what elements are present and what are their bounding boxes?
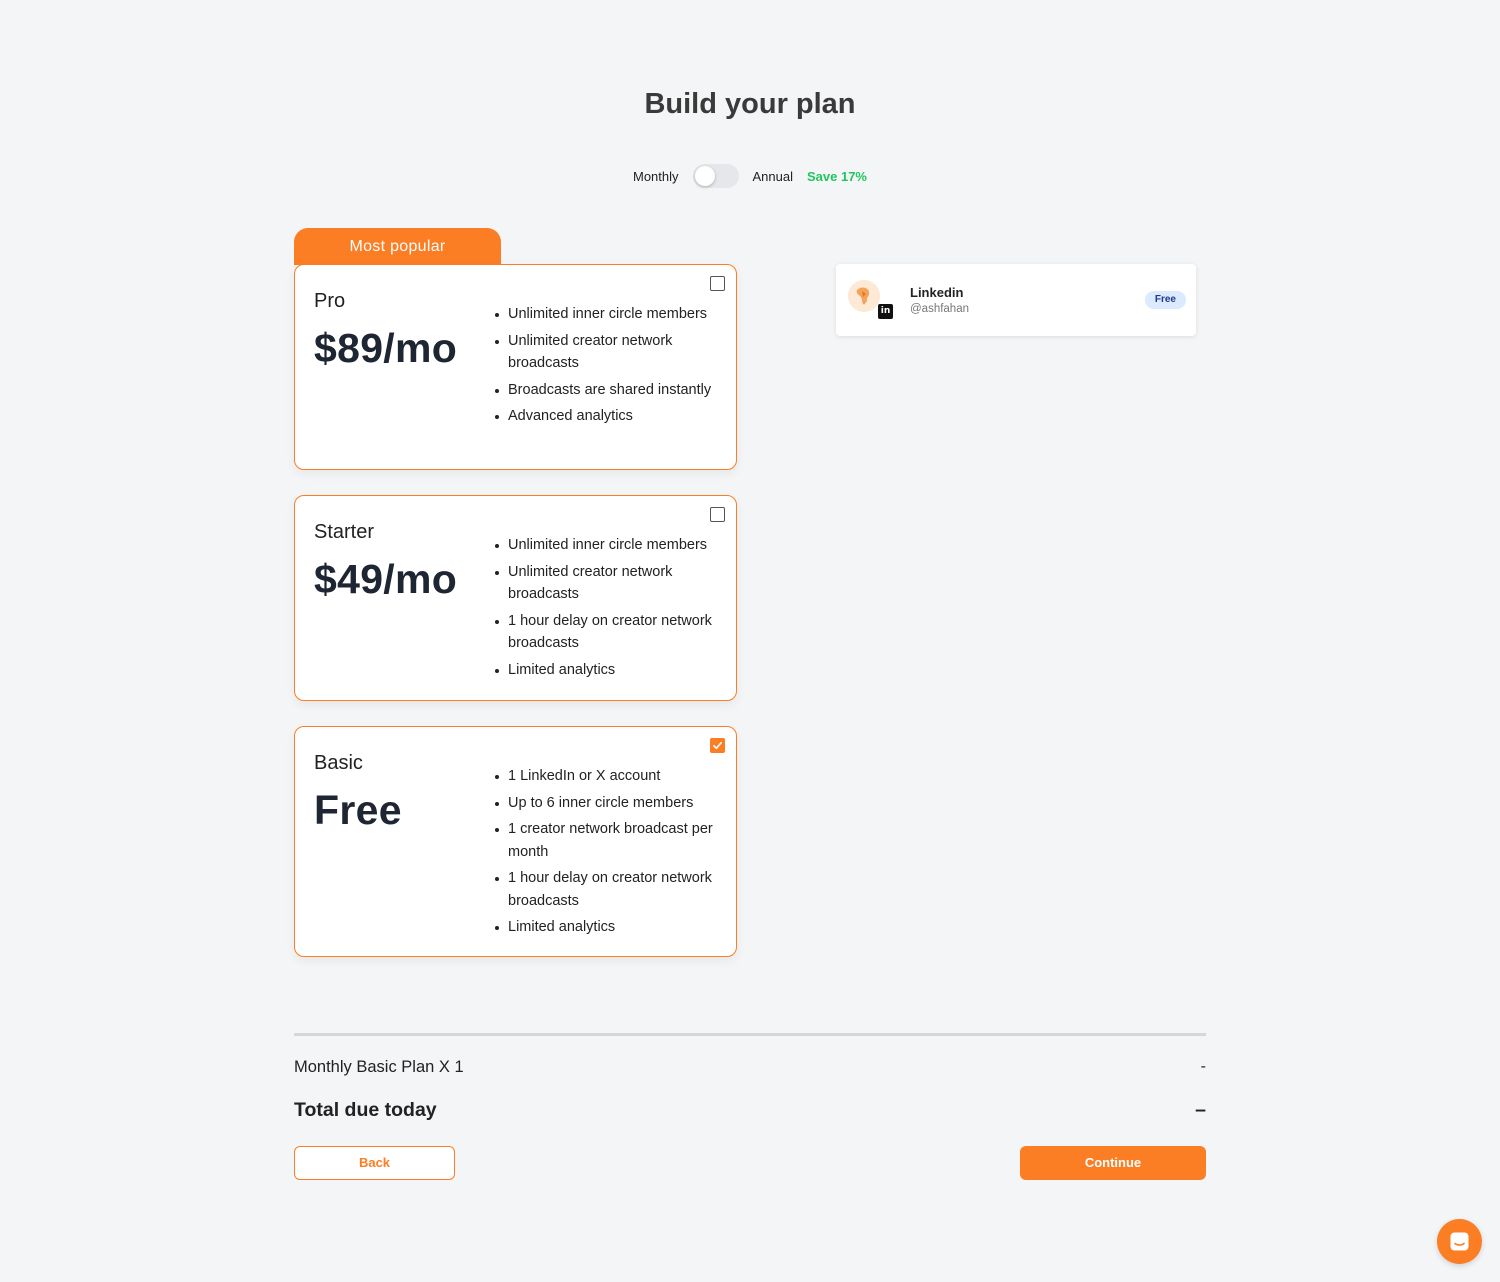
feature-item: Unlimited creator network broadcasts: [494, 561, 730, 606]
save-badge: Save 17%: [807, 168, 867, 184]
feature-item: Advanced analytics: [494, 405, 730, 428]
toggle-knob: [694, 166, 715, 186]
linkedin-icon: in: [878, 304, 893, 319]
feature-item: Unlimited inner circle members: [494, 534, 730, 557]
plan-card-basic[interactable]: Basic Free 1 LinkedIn or X account Up to…: [294, 726, 737, 957]
total-value: –: [1195, 1099, 1206, 1121]
plan-card-starter[interactable]: Starter $49/mo Unlimited inner circle me…: [294, 495, 737, 701]
summary-line-value: -: [1200, 1058, 1206, 1075]
chat-icon: [1450, 1232, 1469, 1251]
feature-item: Broadcasts are shared instantly: [494, 379, 730, 402]
plan-features: Unlimited inner circle members Unlimited…: [494, 534, 730, 685]
plan-price: Free: [314, 787, 402, 833]
feature-item: 1 hour delay on creator network broadcas…: [494, 867, 730, 912]
free-badge: Free: [1144, 291, 1186, 309]
plan-card-pro[interactable]: Pro $89/mo Unlimited inner circle member…: [294, 264, 737, 470]
annual-label[interactable]: Annual: [753, 169, 793, 184]
avatar: [848, 280, 880, 312]
feature-item: 1 creator network broadcast per month: [494, 818, 730, 863]
plan-name: Basic: [314, 752, 363, 774]
plan-checkbox-basic[interactable]: [710, 738, 725, 753]
feature-item: Up to 6 inner circle members: [494, 792, 730, 815]
plan-features: 1 LinkedIn or X account Up to 6 inner ci…: [494, 765, 730, 943]
summary-divider: [294, 1033, 1206, 1036]
feature-item: Unlimited creator network broadcasts: [494, 330, 730, 375]
chat-launcher-button[interactable]: [1437, 1219, 1482, 1264]
summary-line-label: Monthly Basic Plan X 1: [294, 1058, 464, 1076]
feature-item: 1 hour delay on creator network broadcas…: [494, 610, 730, 655]
billing-toggle-switch[interactable]: [692, 164, 739, 188]
account-handle: @ashfahan: [910, 303, 969, 315]
billing-period-toggle: Monthly Annual Save 17%: [0, 164, 1500, 188]
connected-account-card: in Linkedin @ashfahan Free: [836, 264, 1196, 336]
feature-item: Limited analytics: [494, 659, 730, 682]
total-label: Total due today: [294, 1099, 437, 1121]
feature-item: Limited analytics: [494, 916, 730, 939]
page-title: Build your plan: [644, 88, 856, 120]
continue-button[interactable]: Continue: [1020, 1146, 1206, 1180]
most-popular-tab: Most popular: [294, 228, 501, 265]
plan-price: $89/mo: [314, 325, 458, 371]
account-name: Linkedin: [910, 285, 964, 300]
plan-name: Pro: [314, 290, 346, 312]
plan-name: Starter: [314, 521, 375, 543]
plan-checkbox-starter[interactable]: [710, 507, 725, 522]
plan-price: $49/mo: [314, 556, 458, 602]
plan-checkbox-pro[interactable]: [710, 276, 725, 291]
feature-item: 1 LinkedIn or X account: [494, 765, 730, 788]
checkmark-icon: [713, 741, 722, 750]
feature-item: Unlimited inner circle members: [494, 303, 730, 326]
monthly-label[interactable]: Monthly: [633, 169, 679, 184]
back-button[interactable]: Back: [294, 1146, 455, 1180]
plan-features: Unlimited inner circle members Unlimited…: [494, 303, 730, 432]
